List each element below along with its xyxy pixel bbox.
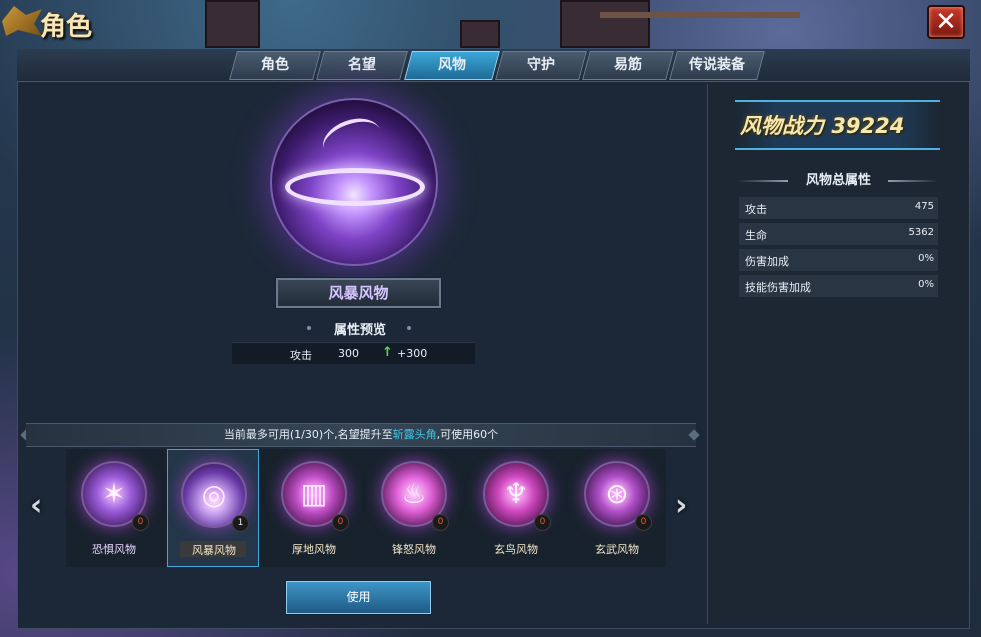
attr-row-skill-damage-bonus: 技能伤害加成 0% <box>739 275 938 297</box>
fengwu-slot-storm[interactable]: ◎ 1 风暴风物 <box>167 449 259 567</box>
attr-row-damage-bonus: 伤害加成 0% <box>739 249 938 271</box>
tab-guardian[interactable]: 守护 <box>495 51 587 80</box>
window-title: 角色 <box>40 12 93 42</box>
power-value: 39224 <box>831 114 905 138</box>
tab-character[interactable]: 角色 <box>229 51 321 80</box>
rage-glyph: ♨ <box>401 477 427 510</box>
fengwu-slot-xuanwu[interactable]: ⊛ 0 玄武风物 <box>571 449 663 567</box>
close-button[interactable]: ✕ <box>927 5 965 39</box>
planet-glyph: ⊛ <box>605 477 629 510</box>
carousel-next-arrow[interactable]: › <box>675 488 687 523</box>
attr-label: 攻击 <box>745 203 767 216</box>
preview-dot-decoration <box>407 326 411 330</box>
tab-legendary-gear[interactable]: 传说装备 <box>669 51 765 80</box>
item-count-badge: 0 <box>432 514 449 531</box>
item-count-badge: 0 <box>132 514 149 531</box>
arrow-up-icon: ↑ <box>382 345 393 360</box>
item-name: 风暴风物 <box>192 544 236 557</box>
preview-stat-bonus: +300 <box>397 347 428 360</box>
item-name: 恐惧风物 <box>92 543 136 556</box>
item-name: 玄鸟风物 <box>494 543 538 556</box>
attr-row-attack: 攻击 475 <box>739 197 938 219</box>
tab-reputation[interactable]: 名望 <box>316 51 408 80</box>
fengwu-power: 风物战力 39224 <box>740 110 904 140</box>
attr-value: 0% <box>918 279 934 290</box>
power-label: 风物战力 <box>740 114 824 138</box>
fear-glyph: ✶ <box>102 477 126 510</box>
tab-yijin[interactable]: 易筋 <box>582 51 674 80</box>
attr-label: 生命 <box>745 229 767 242</box>
attr-value: 0% <box>918 253 934 264</box>
fengwu-slot-phoenix[interactable]: ♆ 0 玄鸟风物 <box>470 449 562 567</box>
item-name: 锋怒风物 <box>392 543 436 556</box>
attr-label: 伤害加成 <box>745 255 789 268</box>
preview-title: 属性预览 <box>333 323 386 338</box>
item-name: 玄武风物 <box>595 543 639 556</box>
fengwu-slot-rage[interactable]: ♨ 0 锋怒风物 <box>368 449 460 567</box>
item-count-badge: 1 <box>232 515 249 532</box>
item-count-badge: 0 <box>635 514 652 531</box>
attr-label: 技能伤害加成 <box>745 281 811 294</box>
fengwu-slot-earth[interactable]: ▥ 0 厚地风物 <box>268 449 360 567</box>
fengwu-slot-fear[interactable]: ✶ 0 恐惧风物 <box>68 449 160 567</box>
tab-fengwu[interactable]: 风物 <box>404 51 500 80</box>
preview-stat-value: 300 <box>338 347 359 360</box>
attr-row-hp: 生命 5362 <box>739 223 938 245</box>
title-bar: 角色 ✕ <box>0 0 981 48</box>
preview-stat-label: 攻击 <box>290 349 312 362</box>
selected-item-name: 风暴风物 <box>275 277 442 309</box>
character-emblem-icon <box>2 6 42 36</box>
info-highlight-rank: 斩露头角 <box>392 428 437 441</box>
header-ornament-right <box>888 180 938 182</box>
earth-glyph: ▥ <box>300 477 328 510</box>
attr-value: 475 <box>914 201 934 212</box>
vortex-ring-decoration <box>285 168 425 206</box>
use-button[interactable]: 使用 <box>285 580 432 615</box>
item-count-badge: 0 <box>534 514 551 531</box>
preview-stat-row: 攻击 300 ↑ +300 <box>232 342 475 364</box>
info-prefix: 当前最多可用(1/30)个,名望提升至 <box>223 428 393 441</box>
attr-value: 5362 <box>908 227 934 238</box>
item-name: 厚地风物 <box>292 543 336 556</box>
phoenix-glyph: ♆ <box>503 477 529 510</box>
item-count-badge: 0 <box>332 514 349 531</box>
info-suffix: ,可使用60个 <box>436 428 499 441</box>
total-attributes-panel <box>707 84 968 624</box>
usage-info-banner: 当前最多可用(1/30)个,名望提升至斩露头角,可使用60个 <box>26 423 696 447</box>
storm-glyph: ◎ <box>201 478 227 511</box>
carousel-prev-arrow[interactable]: ‹ <box>30 488 42 523</box>
